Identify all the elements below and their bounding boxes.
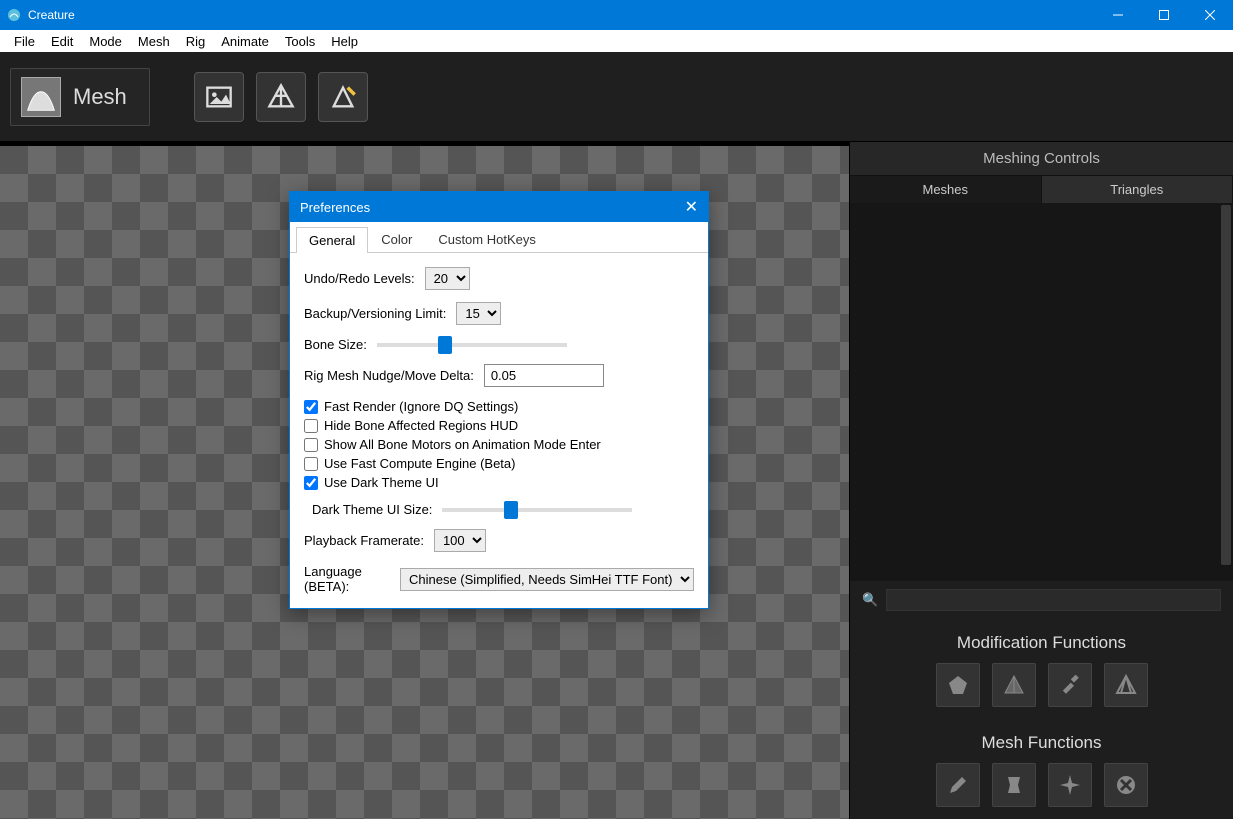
modification-functions-title: Modification Functions <box>850 619 1233 663</box>
language-select[interactable]: Chinese (Simplified, Needs SimHei TTF Fo… <box>400 568 694 591</box>
menubar: File Edit Mode Mesh Rig Animate Tools He… <box>0 30 1233 52</box>
undo-redo-label: Undo/Redo Levels: <box>304 271 415 286</box>
preferences-title: Preferences <box>300 200 370 215</box>
menu-edit[interactable]: Edit <box>43 32 81 51</box>
search-icon: 🔍 <box>862 592 878 608</box>
show-bone-motors-label: Show All Bone Motors on Animation Mode E… <box>324 437 601 452</box>
titlebar: Creature <box>0 0 1233 30</box>
toolbar-image-button[interactable] <box>194 72 244 122</box>
dark-theme-size-slider[interactable] <box>442 508 632 512</box>
delete-tool-button[interactable] <box>1104 763 1148 807</box>
preferences-dialog: Preferences ✕ General Color Custom HotKe… <box>289 191 709 609</box>
mesh-list[interactable] <box>850 203 1233 581</box>
menu-file[interactable]: File <box>6 32 43 51</box>
bone-size-slider[interactable] <box>377 343 567 347</box>
toolbar-mesh-button[interactable] <box>256 72 306 122</box>
mesh-functions-title: Mesh Functions <box>850 719 1233 763</box>
tab-meshes[interactable]: Meshes <box>850 176 1042 203</box>
fast-compute-label: Use Fast Compute Engine (Beta) <box>324 456 515 471</box>
playback-framerate-select[interactable]: 100 <box>434 529 486 552</box>
tab-color[interactable]: Color <box>368 226 425 252</box>
triangulate-button[interactable] <box>992 663 1036 707</box>
backup-limit-select[interactable]: 15 <box>456 302 501 325</box>
dark-theme-checkbox[interactable] <box>304 476 318 490</box>
menu-tools[interactable]: Tools <box>277 32 323 51</box>
undo-redo-select[interactable]: 20 <box>425 267 470 290</box>
hide-bone-hud-label: Hide Bone Affected Regions HUD <box>324 418 518 433</box>
app-icon <box>6 7 22 23</box>
pencil-tool-button[interactable] <box>936 763 980 807</box>
show-bone-motors-checkbox[interactable] <box>304 438 318 452</box>
fast-render-label: Fast Render (Ignore DQ Settings) <box>324 399 518 414</box>
dark-theme-label: Use Dark Theme UI <box>324 475 439 490</box>
toolbar-edit-mesh-button[interactable] <box>318 72 368 122</box>
toolbar: Mesh <box>0 52 1233 142</box>
tab-triangles[interactable]: Triangles <box>1042 176 1233 203</box>
dark-theme-size-label: Dark Theme UI Size: <box>312 502 432 517</box>
search-row: 🔍 <box>850 581 1233 619</box>
polygon-tool-button[interactable] <box>936 663 980 707</box>
preferences-header[interactable]: Preferences ✕ <box>290 192 708 222</box>
close-button[interactable] <box>1187 0 1233 30</box>
menu-rig[interactable]: Rig <box>178 32 214 51</box>
rig-nudge-input[interactable] <box>484 364 604 387</box>
mode-indicator: Mesh <box>10 68 150 126</box>
window-title: Creature <box>28 8 75 22</box>
backup-limit-label: Backup/Versioning Limit: <box>304 306 446 321</box>
maximize-button[interactable] <box>1141 0 1187 30</box>
spark-tool-button[interactable] <box>1048 763 1092 807</box>
fast-compute-checkbox[interactable] <box>304 457 318 471</box>
search-input[interactable] <box>886 589 1221 611</box>
playback-framerate-label: Playback Framerate: <box>304 533 424 548</box>
menu-mode[interactable]: Mode <box>81 32 130 51</box>
tab-general[interactable]: General <box>296 227 368 253</box>
preferences-close-button[interactable]: ✕ <box>685 197 698 217</box>
meshing-controls-panel: Meshing Controls Meshes Triangles 🔍 Modi… <box>849 142 1233 819</box>
hammer-tool-button[interactable] <box>1048 663 1092 707</box>
scrollbar[interactable] <box>1221 205 1231 565</box>
mesh-mode-icon <box>21 77 61 117</box>
preferences-tabs: General Color Custom HotKeys <box>290 222 708 253</box>
hide-bone-hud-checkbox[interactable] <box>304 419 318 433</box>
bone-size-label: Bone Size: <box>304 337 367 352</box>
mode-label: Mesh <box>73 84 127 110</box>
menu-animate[interactable]: Animate <box>213 32 277 51</box>
rig-nudge-label: Rig Mesh Nudge/Move Delta: <box>304 368 474 383</box>
tab-custom-hotkeys[interactable]: Custom HotKeys <box>425 226 549 252</box>
vessel-tool-button[interactable] <box>992 763 1036 807</box>
fast-render-checkbox[interactable] <box>304 400 318 414</box>
panel-title: Meshing Controls <box>850 142 1233 176</box>
menu-help[interactable]: Help <box>323 32 366 51</box>
mesh-fan-button[interactable] <box>1104 663 1148 707</box>
minimize-button[interactable] <box>1095 0 1141 30</box>
language-label: Language (BETA): <box>304 564 390 594</box>
menu-mesh[interactable]: Mesh <box>130 32 178 51</box>
